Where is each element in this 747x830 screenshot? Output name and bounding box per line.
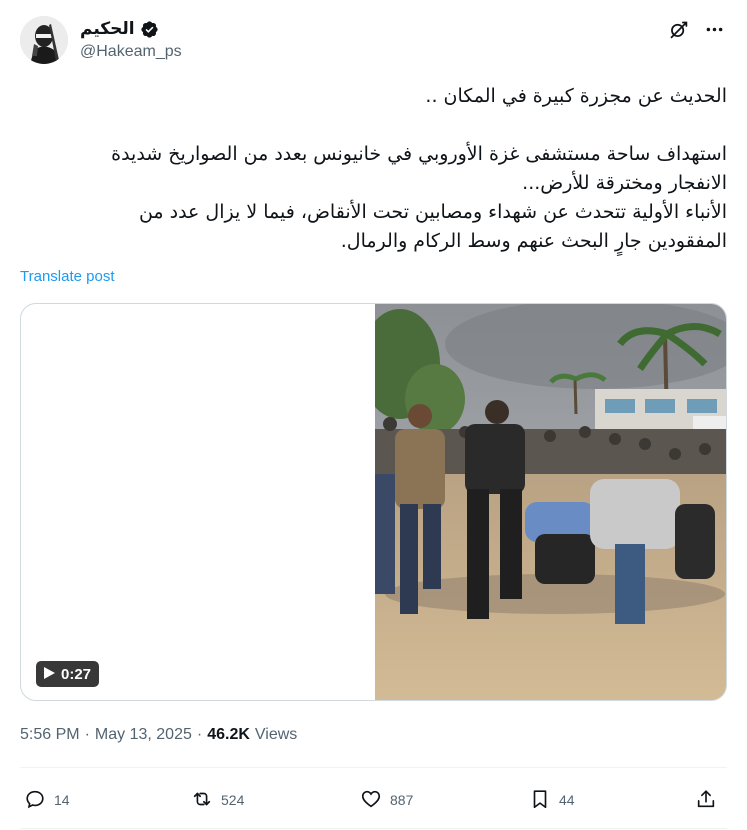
tweet-line: استهداف ساحة مستشفى غزة الأوروبي في خاني… [111, 143, 727, 165]
bookmark-icon [529, 788, 551, 813]
tweet-time[interactable]: 5:56 PM [20, 726, 80, 744]
divider [20, 828, 727, 829]
repost-button[interactable]: 524 [191, 782, 244, 818]
tweet-line: الأنباء الأولية تتحدث عن شهداء ومصابين ت… [138, 201, 727, 223]
like-button[interactable]: 887 [360, 782, 413, 818]
display-name[interactable]: الحكيم [80, 19, 135, 39]
tweet-text: الحديث عن مجزرة كبيرة في المكان .. استهد… [20, 82, 727, 256]
verified-badge-icon [140, 20, 159, 39]
video-duration: 0:27 [61, 665, 92, 683]
tweet-date[interactable]: May 13, 2025 [95, 726, 192, 744]
tweet-meta: 5:56 PM · May 13, 2025 · 46.2K Views [20, 726, 297, 744]
tweet-line: الانفجار ومخترقة للأرض... [522, 172, 727, 194]
reply-button[interactable]: 14 [24, 782, 70, 818]
video-player[interactable]: 0:27 [20, 303, 727, 701]
meta-separator: · [196, 726, 203, 743]
share-icon [695, 788, 717, 813]
reply-count: 14 [54, 792, 70, 808]
author-info: الحكيم @Hakeam_ps [80, 18, 182, 61]
translate-post-link[interactable]: Translate post [20, 268, 115, 285]
divider [20, 767, 727, 768]
avatar[interactable] [20, 16, 68, 64]
share-button[interactable] [695, 782, 717, 818]
reply-icon [24, 788, 46, 813]
views-count: 46.2K [207, 726, 250, 743]
tweet-header: الحكيم @Hakeam_ps [20, 14, 727, 66]
repost-icon [191, 788, 213, 813]
play-icon [44, 666, 55, 683]
repost-count: 524 [221, 792, 245, 808]
handle[interactable]: @Hakeam_ps [80, 43, 182, 61]
video-thumbnail[interactable] [360, 304, 726, 700]
tweet-paragraph: الحديث عن مجزرة كبيرة في المكان .. [425, 85, 727, 107]
views-label: Views [254, 726, 298, 743]
video-duration-badge: 0:27 [36, 661, 100, 687]
more-icon[interactable] [703, 18, 725, 40]
like-count: 887 [390, 792, 414, 808]
like-icon [360, 788, 382, 813]
action-bar: 14 524 887 44 [20, 782, 727, 818]
header-actions [667, 18, 725, 40]
bookmark-button[interactable]: 44 [529, 782, 575, 818]
grok-icon[interactable] [667, 18, 689, 40]
tweet-line: المفقودين جارٍ البحث عنهم وسط الركام وال… [340, 230, 727, 252]
bookmark-count: 44 [559, 792, 575, 808]
meta-separator: · [84, 726, 90, 743]
